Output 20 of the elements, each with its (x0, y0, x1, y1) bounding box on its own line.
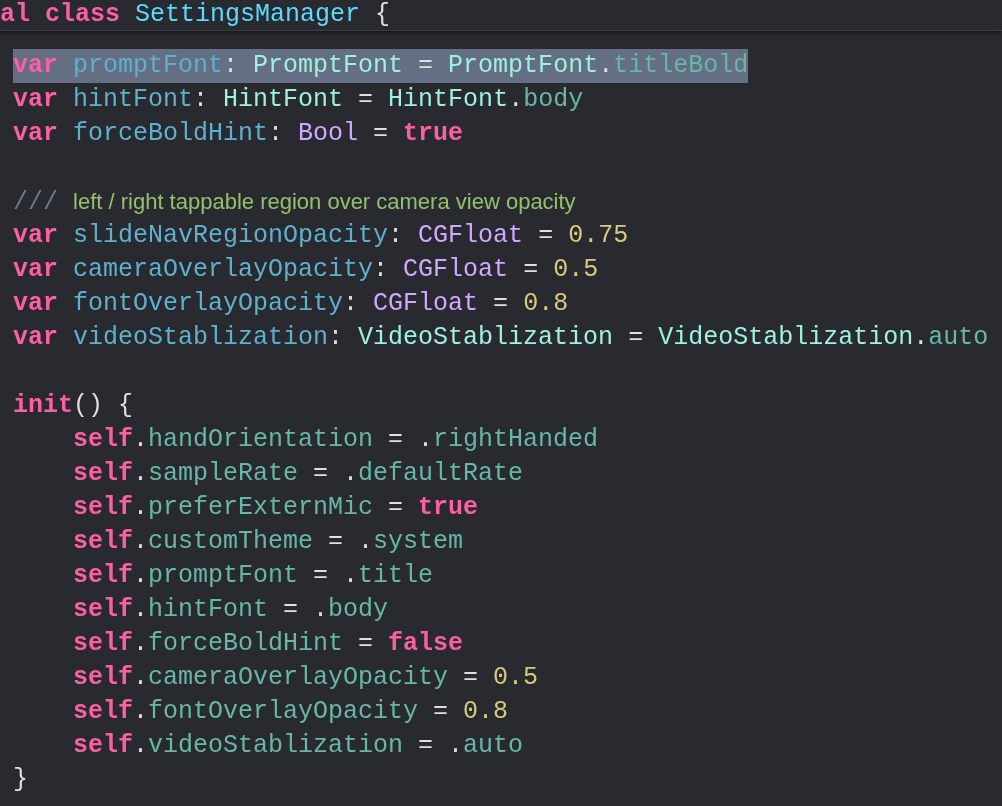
code-line: var videoStablization: VideoStablization = VideoStablization.auto (13, 322, 989, 354)
code-line: self.cameraOverlayOpacity = 0.5 (73, 662, 539, 694)
code-line: self.promptFont = .title (73, 560, 434, 592)
code-line: var cameraOverlayOpacity: CGFloat = 0.5 (13, 254, 599, 286)
code-line: /// left / right tappable region over camera view opacity (13, 187, 576, 219)
code-line: self.sampleRate = .defaultRate (73, 458, 524, 490)
code-line: self.hintFont = .body (73, 594, 389, 626)
code-line: } (13, 764, 28, 796)
code-line: var hintFont: HintFont = HintFont.body (13, 84, 584, 116)
code-line: self.handOrientation = .rightHanded (73, 424, 599, 456)
code-line: al class SettingsManager { (0, 0, 391, 30)
code-line: var fontOverlayOpacity: CGFloat = 0.8 (13, 288, 569, 320)
code-line: self.fontOverlayOpacity = 0.8 (73, 696, 509, 728)
code-line: var forceBoldHint: Bool = true (13, 118, 464, 150)
code-line: var slideNavRegionOpacity: CGFloat = 0.75 (13, 220, 629, 252)
code-line: self.forceBoldHint = false (73, 628, 464, 660)
code-line: self.videoStablization = .auto (73, 730, 524, 762)
code-line: self.customTheme = .system (73, 526, 464, 558)
code-line: init() { (13, 390, 134, 422)
code-line: self.preferExternMic = true (73, 492, 479, 524)
